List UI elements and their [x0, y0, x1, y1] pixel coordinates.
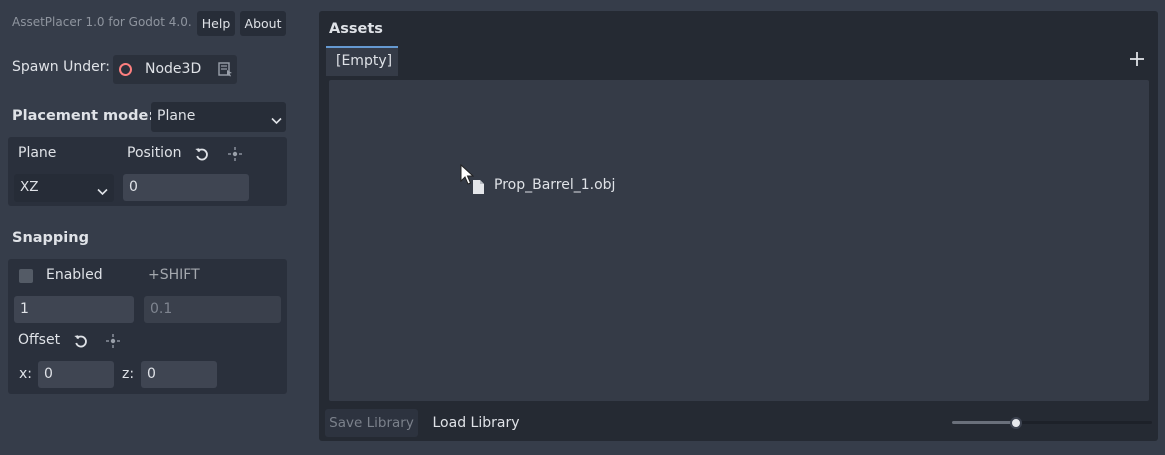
offset-z-value: 0: [147, 366, 156, 382]
position-reset-icon[interactable]: [194, 146, 210, 166]
tab-empty-library[interactable]: [Empty]: [326, 46, 398, 76]
save-library-button[interactable]: Save Library: [325, 409, 418, 437]
snapping-enabled-label[interactable]: Enabled: [46, 267, 103, 283]
position-pick-icon[interactable]: [227, 146, 243, 166]
snap-shift-step-input[interactable]: 0.1: [144, 296, 281, 323]
offset-z-label: z:: [122, 366, 135, 382]
offset-z-input[interactable]: 0: [141, 361, 217, 388]
add-library-icon[interactable]: [1128, 50, 1146, 72]
snapping-enabled-checkbox[interactable]: [19, 269, 33, 283]
plane-label: Plane: [18, 145, 57, 161]
slider-grabber[interactable]: [1010, 417, 1022, 429]
node3d-icon: [119, 63, 132, 76]
placement-mode-select[interactable]: Plane: [151, 102, 286, 132]
load-library-button[interactable]: Load Library: [426, 409, 526, 437]
about-button[interactable]: About: [240, 11, 286, 36]
position-label: Position: [127, 145, 182, 161]
snapping-heading: Snapping: [12, 230, 89, 246]
slider-fill: [952, 421, 1016, 424]
snap-step-input[interactable]: 1: [14, 296, 134, 323]
offset-label: Offset: [18, 332, 61, 348]
plane-axis-value: XZ: [20, 179, 39, 195]
position-value: 0: [129, 179, 138, 195]
mouse-cursor-icon: [460, 163, 475, 190]
assets-title: Assets: [329, 21, 383, 37]
offset-x-input[interactable]: 0: [38, 361, 114, 388]
spawn-under-node-picker[interactable]: Node3D: [113, 55, 237, 84]
asset-file-name: Prop_Barrel_1.obj: [494, 177, 616, 193]
help-button[interactable]: Help: [197, 11, 235, 36]
plane-axis-select[interactable]: XZ: [14, 174, 114, 202]
offset-pick-icon[interactable]: [105, 333, 121, 353]
chevron-down-icon: [271, 113, 282, 129]
version-text: AssetPlacer 1.0 for Godot 4.0.: [12, 15, 192, 29]
tab-label: [Empty]: [336, 53, 393, 69]
asset-grid[interactable]: [329, 80, 1149, 401]
placement-mode-value: Plane: [157, 108, 196, 124]
node-select-icon[interactable]: [218, 62, 233, 81]
placement-mode-label: Placement mode:: [12, 108, 155, 124]
snap-shift-step-placeholder: 0.1: [150, 301, 173, 317]
position-input[interactable]: 0: [123, 174, 249, 201]
spawn-node-name: Node3D: [145, 61, 202, 77]
offset-x-value: 0: [44, 366, 53, 382]
snap-step-value: 1: [20, 301, 29, 317]
shift-modifier-label: +SHIFT: [148, 267, 200, 283]
offset-x-label: x:: [19, 366, 33, 382]
spawn-under-label: Spawn Under:: [12, 59, 110, 75]
chevron-down-icon: [97, 184, 108, 200]
thumbnail-size-slider[interactable]: [952, 415, 1152, 431]
offset-reset-icon[interactable]: [73, 333, 89, 353]
